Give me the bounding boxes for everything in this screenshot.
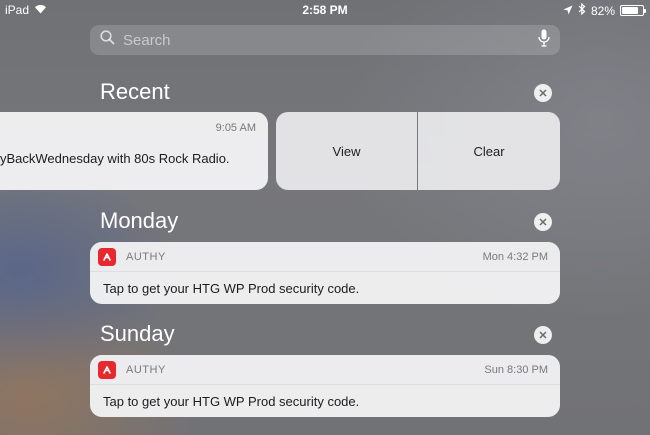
- notification-message: Tap to get your HTG WP Prod security cod…: [103, 393, 360, 409]
- close-icon: [539, 89, 547, 97]
- notification-time: Sun 8:30 PM: [484, 363, 548, 376]
- close-icon: [539, 218, 547, 226]
- authy-app-icon: [98, 360, 116, 379]
- location-arrow-icon: [563, 4, 573, 18]
- clear-sunday-button[interactable]: [534, 326, 552, 344]
- notification-time: Mon 4:32 PM: [482, 250, 548, 263]
- search-icon: [100, 30, 115, 50]
- status-bar: iPad 2:58 PM 82%: [0, 0, 650, 20]
- authy-app-icon: [98, 247, 116, 266]
- clear-button[interactable]: Clear: [418, 112, 560, 190]
- recent-notification-card[interactable]: 9:05 AM yBackWednesday with 80s Rock Rad…: [0, 112, 268, 190]
- view-button[interactable]: View: [276, 112, 417, 190]
- microphone-icon[interactable]: [538, 29, 550, 52]
- battery-percent: 82%: [590, 3, 615, 18]
- monday-notification-card[interactable]: AUTHY Mon 4:32 PM Tap to get your HTG WP…: [90, 242, 560, 304]
- notification-message: Tap to get your HTG WP Prod security cod…: [103, 280, 360, 296]
- bluetooth-icon: [578, 2, 586, 18]
- notification-app-name: AUTHY: [126, 250, 166, 263]
- section-title-monday: Monday: [100, 208, 179, 233]
- notification-message: yBackWednesday with 80s Rock Radio.: [0, 150, 230, 166]
- status-time: 2:58 PM: [302, 3, 348, 17]
- search-input[interactable]: Search: [123, 32, 538, 49]
- sunday-notification-card[interactable]: AUTHY Sun 8:30 PM Tap to get your HTG WP…: [90, 355, 560, 417]
- notification-app-name: AUTHY: [126, 363, 166, 376]
- clear-monday-button[interactable]: [534, 213, 552, 231]
- clear-recent-button[interactable]: [534, 84, 552, 102]
- notification-time: 9:05 AM: [215, 122, 256, 134]
- battery-fill: [622, 7, 639, 14]
- section-title-recent: Recent: [100, 79, 170, 104]
- battery-icon: [620, 5, 646, 16]
- section-title-sunday: Sunday: [100, 321, 175, 346]
- close-icon: [539, 331, 547, 339]
- search-bar[interactable]: Search: [90, 25, 560, 55]
